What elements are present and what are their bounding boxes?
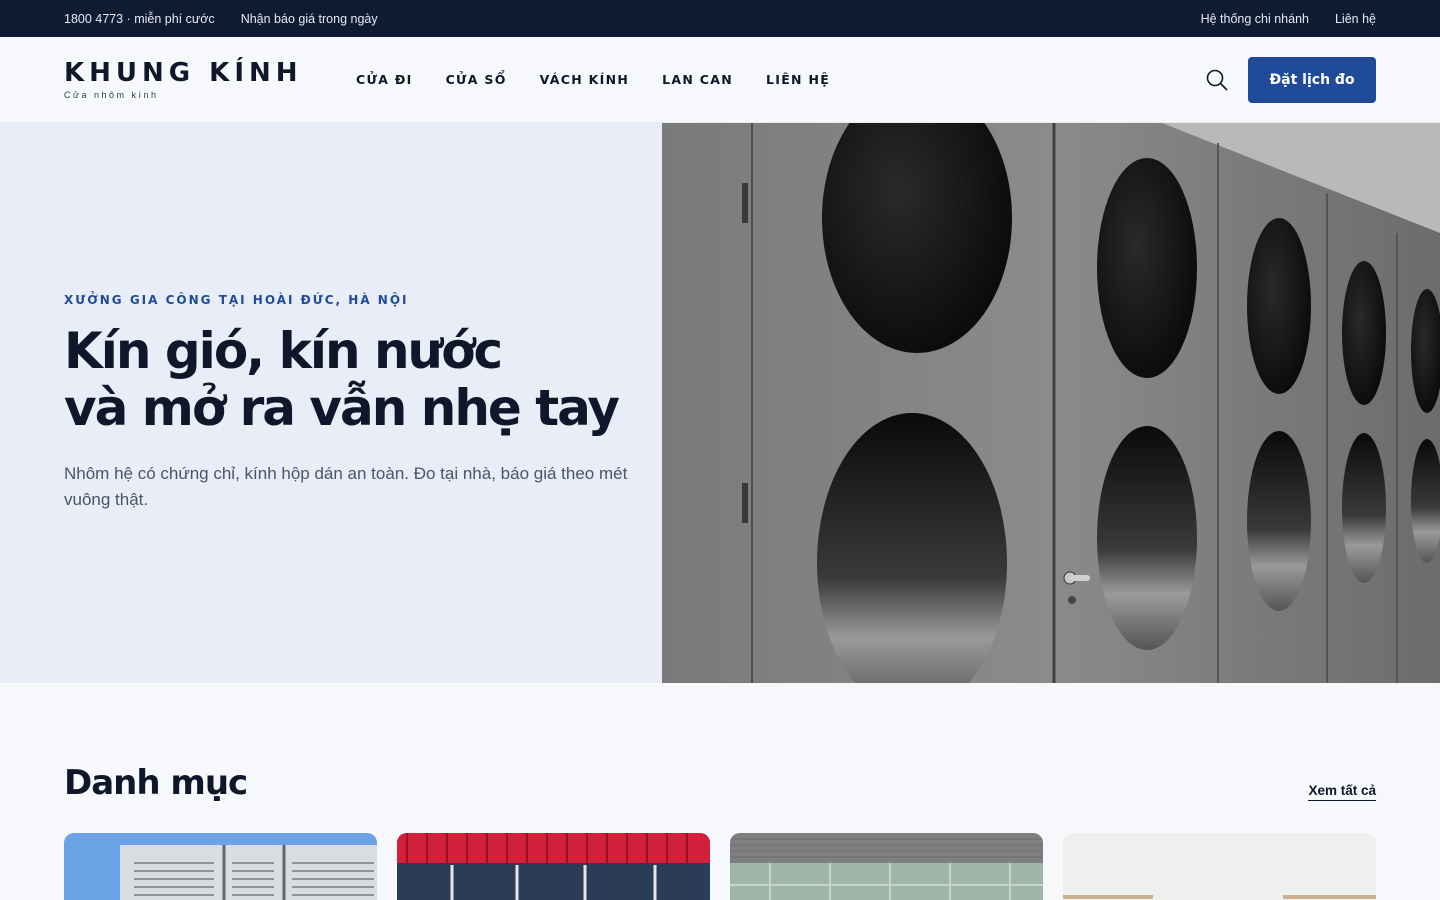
logo[interactable]: KHUNG KÍNH Cửa nhôm kính [64, 59, 356, 100]
hero-text: XƯỞNG GIA CÔNG TẠI HOÀI ĐỨC, HÀ NỘI Kín … [0, 123, 662, 683]
logo-wordmark: KHUNG KÍNH [64, 58, 303, 88]
site-header: KHUNG KÍNH Cửa nhôm kính CỬA ĐI CỬA SỔ V… [0, 37, 1440, 123]
nav-item-cua-di[interactable]: CỬA ĐI [356, 72, 413, 87]
categories-title: Danh mục [64, 763, 248, 803]
category-card[interactable] [397, 833, 710, 900]
logo-tagline: Cửa nhôm kính [64, 90, 159, 100]
hero-section: XƯỞNG GIA CÔNG TẠI HOÀI ĐỨC, HÀ NỘI Kín … [0, 123, 1440, 683]
category-cards [64, 833, 1376, 900]
hotline-text: 1800 4773 · miễn phí cước [64, 11, 215, 26]
nav-item-lan-can[interactable]: LAN CAN [662, 72, 733, 87]
see-all-link[interactable]: Xem tất cả [1308, 783, 1376, 801]
quote-text: Nhận báo giá trong ngày [240, 11, 378, 26]
category-card[interactable] [64, 833, 377, 900]
search-icon[interactable] [1204, 67, 1230, 93]
categories-section: Danh mục Xem tất cả [0, 683, 1440, 900]
hero-eyebrow: XƯỞNG GIA CÔNG TẠI HOÀI ĐỨC, HÀ NỘI [64, 293, 409, 307]
nav-item-vach-kinh[interactable]: VÁCH KÍNH [540, 72, 629, 87]
contact-link[interactable]: Liên hệ [1335, 12, 1376, 26]
branches-link[interactable]: Hệ thống chi nhánh [1201, 12, 1309, 26]
nav-item-lien-he[interactable]: LIÊN HỆ [766, 72, 830, 87]
hero-title-line-2: và mở ra vẫn nhẹ tay [64, 379, 620, 437]
hero-title-line-1: Kín gió, kín nước [64, 322, 503, 380]
category-card[interactable] [1063, 833, 1376, 900]
top-bar: 1800 4773 · miễn phí cước Nhận báo giá t… [0, 0, 1440, 37]
hero-description: Nhôm hệ có chứng chỉ, kính hộp dán an to… [64, 464, 628, 509]
book-measurement-button[interactable]: Đặt lịch đo [1248, 56, 1376, 103]
category-card[interactable] [730, 833, 1043, 900]
hero-image [662, 123, 1440, 683]
hero-title: Kín gió, kín nước và mở ra vẫn nhẹ tay [64, 323, 662, 437]
nav-item-cua-so[interactable]: CỬA SỔ [446, 72, 507, 87]
main-nav: CỬA ĐI CỬA SỔ VÁCH KÍNH LAN CAN LIÊN HỆ [356, 72, 1204, 87]
